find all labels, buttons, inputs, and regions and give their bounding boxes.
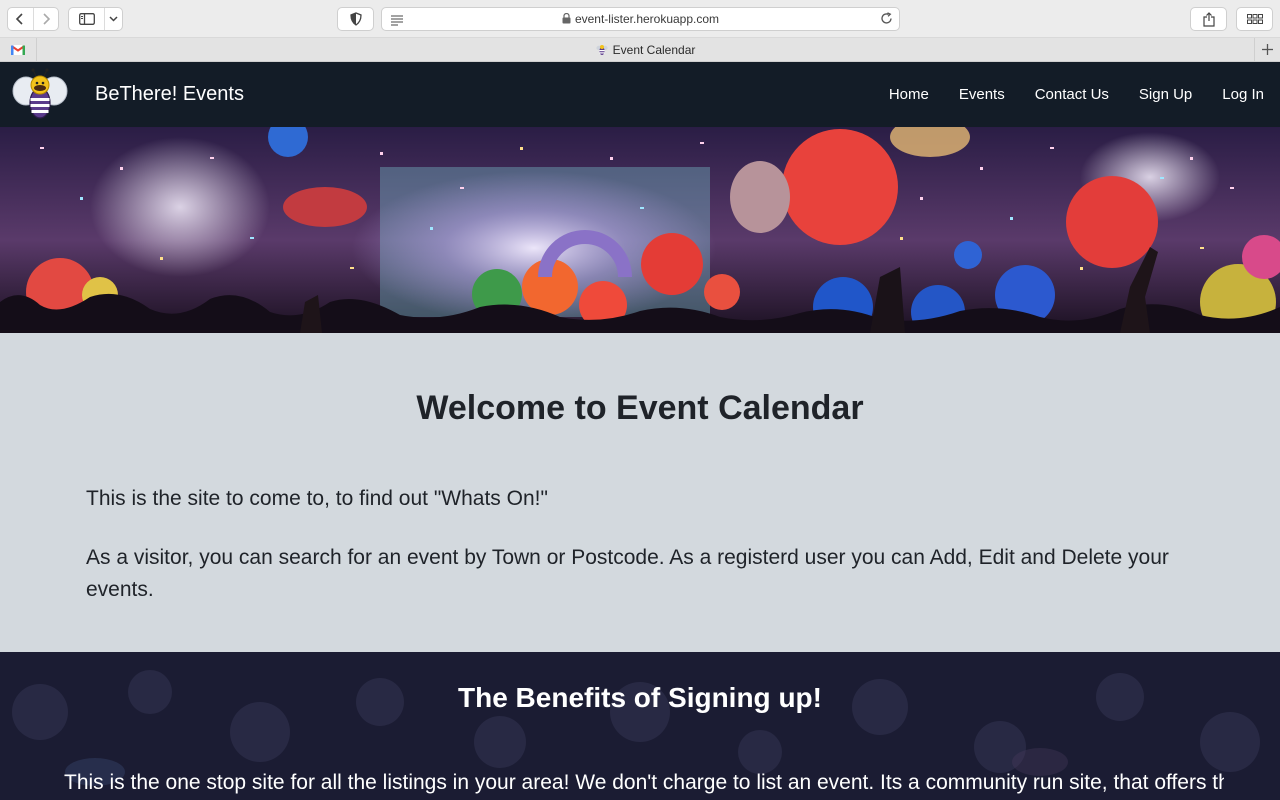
privacy-report-button[interactable] xyxy=(337,7,374,31)
benefits-section: The Benefits of Signing up! This is the … xyxy=(0,652,1280,800)
url-text: event-lister.herokuapp.com xyxy=(574,12,720,26)
chevron-left-icon xyxy=(16,13,24,25)
back-button[interactable] xyxy=(8,8,33,30)
nav-link-contact-us[interactable]: Contact Us xyxy=(1035,86,1109,103)
lock-icon xyxy=(562,13,571,24)
shield-icon xyxy=(349,12,362,26)
nav-links: Home Events Contact Us Sign Up Log In xyxy=(859,86,1264,103)
benefits-text: This is the one stop site for all the li… xyxy=(64,771,1224,794)
tab-bar: Event Calendar xyxy=(0,38,1280,62)
nav-link-sign-up[interactable]: Sign Up xyxy=(1139,86,1192,103)
nav-link-home[interactable]: Home xyxy=(889,86,929,103)
nav-link-log-in[interactable]: Log In xyxy=(1222,86,1264,103)
sidebar-control xyxy=(68,7,123,31)
grid-icon xyxy=(1246,14,1263,24)
hero-banner-image xyxy=(0,127,1280,333)
sidebar-menu-button[interactable] xyxy=(104,8,122,30)
browser-toolbar: event-lister.herokuapp.com xyxy=(0,0,1280,38)
sidebar-toggle-button[interactable] xyxy=(69,8,104,30)
chevron-down-icon xyxy=(109,16,118,22)
chevron-right-icon xyxy=(43,13,51,25)
pinned-tab-gmail[interactable] xyxy=(0,38,37,61)
nav-link-events[interactable]: Events xyxy=(959,86,1005,103)
active-tab[interactable]: Event Calendar xyxy=(37,38,1254,61)
new-tab-button[interactable] xyxy=(1254,38,1280,61)
tab-title-text: Event Calendar xyxy=(612,42,696,57)
welcome-heading: Welcome to Event Calendar xyxy=(416,389,864,427)
history-nav xyxy=(7,7,59,31)
plus-icon xyxy=(1262,44,1273,55)
benefits-heading: The Benefits of Signing up! xyxy=(458,682,822,713)
forward-button[interactable] xyxy=(32,8,58,30)
reload-icon xyxy=(881,12,892,24)
url-display: event-lister.herokuapp.com xyxy=(382,12,899,26)
gmail-icon xyxy=(11,45,25,55)
bee-logo-icon[interactable] xyxy=(12,67,68,123)
sidebar-icon xyxy=(78,13,95,25)
address-bar[interactable]: event-lister.herokuapp.com xyxy=(381,7,900,31)
share-icon xyxy=(1202,11,1215,27)
bee-favicon-icon xyxy=(596,44,608,55)
reload-button[interactable] xyxy=(880,12,893,30)
brand-name[interactable]: BeThere! Events xyxy=(95,83,244,106)
tab-overview-button[interactable] xyxy=(1236,7,1273,31)
welcome-section: Welcome to Event Calendar This is the si… xyxy=(0,333,1280,652)
site-navbar: BeThere! Events Home Events Contact Us S… xyxy=(0,62,1280,127)
welcome-intro-text: This is the site to come to, to find out… xyxy=(86,487,548,510)
share-button[interactable] xyxy=(1190,7,1227,31)
welcome-description-text: As a visitor, you can search for an even… xyxy=(86,546,1169,601)
